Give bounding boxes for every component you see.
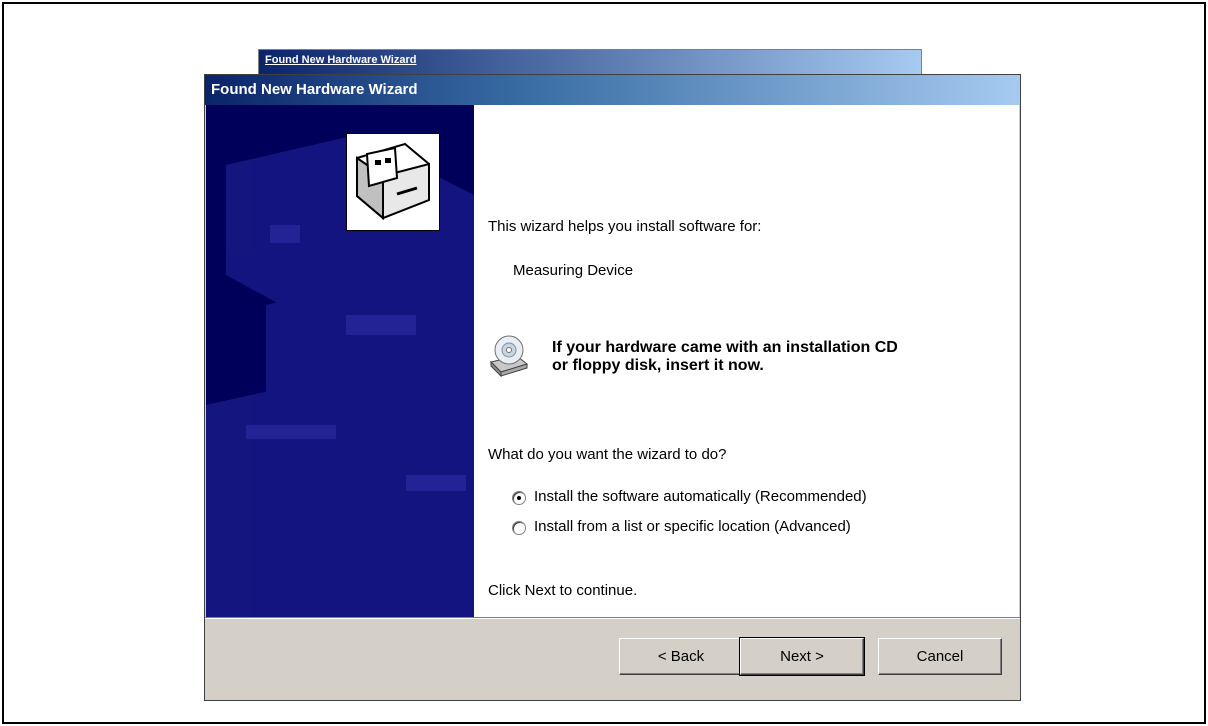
back-button[interactable]: < Back — [619, 638, 743, 675]
radio-button-selected[interactable] — [512, 491, 526, 505]
cd-notice-line-2: or floppy disk, insert it now. — [552, 357, 764, 374]
option-install-automatically[interactable]: Install the software automatically (Reco… — [512, 488, 972, 508]
screenshot-frame: Found New Hardware Wizard Found New Hard… — [2, 2, 1206, 724]
wizard-banner — [206, 105, 474, 617]
title-bar[interactable]: Found New Hardware Wizard — [205, 75, 1020, 105]
cancel-button[interactable]: Cancel — [878, 638, 1002, 675]
cd-notice-line-1: If your hardware came with an installati… — [552, 339, 898, 356]
option-install-from-list[interactable]: Install from a list or specific location… — [512, 518, 972, 538]
background-wizard-window[interactable]: Found New Hardware Wizard — [258, 49, 922, 75]
background-window-title: Found New Hardware Wizard — [265, 54, 417, 66]
cd-drive-icon — [487, 334, 531, 378]
next-button[interactable]: Next > — [739, 637, 865, 676]
footer-separator — [205, 617, 1020, 619]
hardware-card-icon — [346, 133, 440, 231]
wizard-window: Found New Hardware Wizard This wizard he… — [204, 74, 1021, 701]
option-label: Install the software automatically (Reco… — [534, 488, 867, 505]
intro-text: This wizard helps you install software f… — [488, 218, 762, 235]
window-title: Found New Hardware Wizard — [211, 81, 418, 98]
radio-button[interactable] — [512, 521, 526, 535]
wizard-content: This wizard helps you install software f… — [474, 105, 1019, 617]
device-name: Measuring Device — [513, 262, 634, 279]
question-text: What do you want the wizard to do? — [488, 446, 727, 463]
option-label: Install from a list or specific location… — [534, 518, 851, 535]
continue-hint: Click Next to continue. — [488, 582, 638, 599]
